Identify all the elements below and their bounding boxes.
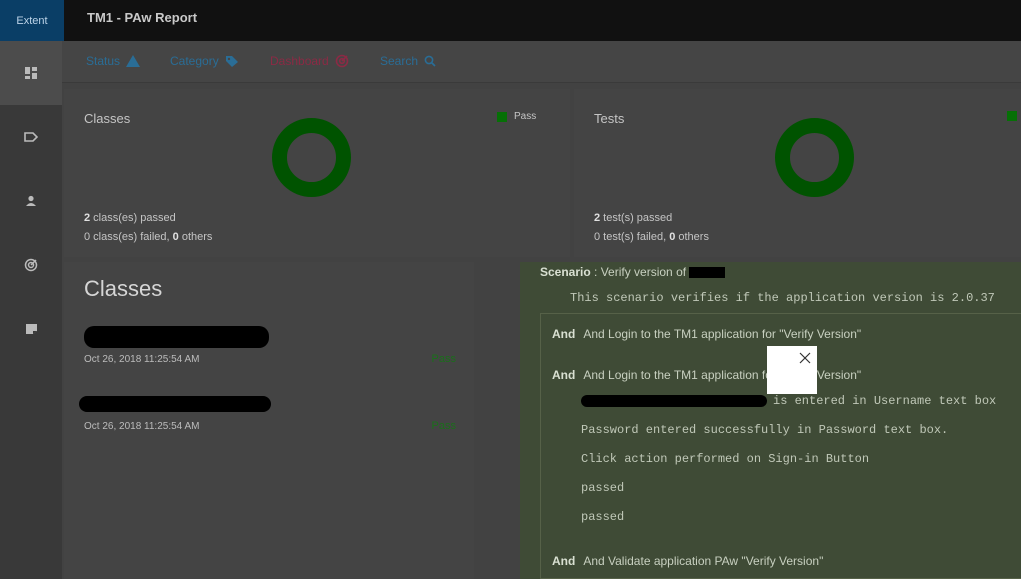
sidebar-item-logs[interactable]	[0, 297, 62, 361]
modal-close-button[interactable]	[767, 346, 817, 394]
sidebar	[0, 41, 62, 579]
class-status: Pass	[431, 420, 456, 432]
pass-legend-swatch	[1007, 111, 1017, 121]
log-line: passed	[581, 481, 625, 495]
log-line: passed	[581, 510, 625, 524]
classes-donut-chart	[272, 118, 351, 197]
nav-dashboard[interactable]: Dashboard	[270, 54, 349, 68]
sidebar-item-category[interactable]	[0, 105, 62, 169]
tag-icon	[24, 132, 38, 142]
nav-status[interactable]: Status	[86, 54, 141, 68]
tag-icon	[225, 55, 238, 67]
scenario-header: Scenario : Verify version of	[540, 265, 726, 279]
brand-logo[interactable]: Extent	[0, 0, 64, 41]
log-line: is entered in Username text box	[581, 394, 996, 408]
log-line: Password entered successfully in Passwor…	[581, 423, 949, 437]
brand-label: Extent	[16, 14, 48, 27]
radar-icon	[335, 54, 349, 68]
log-line: Click action performed on Sign-in Button	[581, 452, 870, 466]
classes-heading: Classes	[84, 276, 163, 301]
report-title: TM1 - PAw Report	[87, 10, 198, 25]
nav-search[interactable]: Search	[380, 54, 436, 68]
tests-summary-card: Tests 2 test(s) passed 0 test(s) failed,…	[574, 89, 1021, 257]
sidebar-item-author[interactable]	[0, 169, 62, 233]
dashboard-icon	[25, 67, 37, 79]
close-icon	[799, 352, 811, 364]
classes-legend: Pass	[497, 111, 536, 122]
classes-legend-label: Pass	[514, 111, 537, 122]
nav-category[interactable]: Category	[170, 54, 239, 68]
scenario-description: This scenario verifies if the applicatio…	[570, 291, 995, 305]
note-icon	[25, 324, 37, 334]
tests-summary-title: Tests	[594, 111, 625, 126]
scenario-name: : Verify version of	[590, 265, 690, 279]
redacted-username	[581, 394, 767, 407]
user-icon	[26, 195, 36, 206]
list-item[interactable]: Oct 26, 2018 11:25:54 AM Pass	[79, 396, 456, 456]
class-status: Pass	[431, 353, 456, 365]
classes-summary-title: Classes	[84, 111, 131, 126]
nav-category-label: Category	[170, 54, 219, 68]
sidebar-item-dashboard[interactable]	[0, 41, 62, 105]
redacted-class-name	[84, 326, 269, 348]
search-icon	[424, 55, 436, 67]
tests-donut-chart	[775, 118, 854, 197]
top-bar: TM1 - PAw Report	[64, 0, 1021, 41]
redacted-class-name	[79, 396, 271, 412]
pass-legend-swatch	[497, 111, 507, 122]
redacted-app-name	[689, 267, 726, 279]
class-date: Oct 26, 2018 11:25:54 AM	[84, 421, 200, 432]
nav-status-label: Status	[86, 54, 121, 68]
step-row: And And Login to the TM1 application for …	[552, 327, 862, 341]
scenario-panel: Scenario : Verify version of This scenar…	[520, 262, 1021, 579]
classes-failed-stat: 0 class(es) failed, 0 others	[84, 231, 213, 243]
class-date: Oct 26, 2018 11:25:54 AM	[84, 354, 200, 365]
tests-failed-stat: 0 test(s) failed, 0 others	[594, 231, 709, 243]
nav-dashboard-label: Dashboard	[270, 54, 329, 68]
sidebar-item-exceptions[interactable]	[0, 233, 62, 297]
scenario-label: Scenario	[540, 265, 591, 279]
classes-passed-stat: 2 class(es) passed	[84, 212, 176, 224]
nav-search-label: Search	[380, 54, 419, 68]
tests-legend	[1007, 111, 1017, 121]
step-row: And And Validate application PAw "Verify …	[552, 554, 824, 568]
radar-icon	[24, 258, 38, 272]
tests-passed-stat: 2 test(s) passed	[594, 212, 673, 224]
list-item[interactable]: Oct 26, 2018 11:25:54 AM Pass	[84, 326, 456, 386]
classes-summary-card: Classes Pass 2 class(es) passed 0 class(…	[64, 89, 570, 257]
warning-icon	[126, 55, 141, 67]
classes-panel: Classes Oct 26, 2018 11:25:54 AM Pass Oc…	[64, 262, 474, 579]
nav-bar: Status Category Dashboard Search	[62, 41, 1021, 83]
